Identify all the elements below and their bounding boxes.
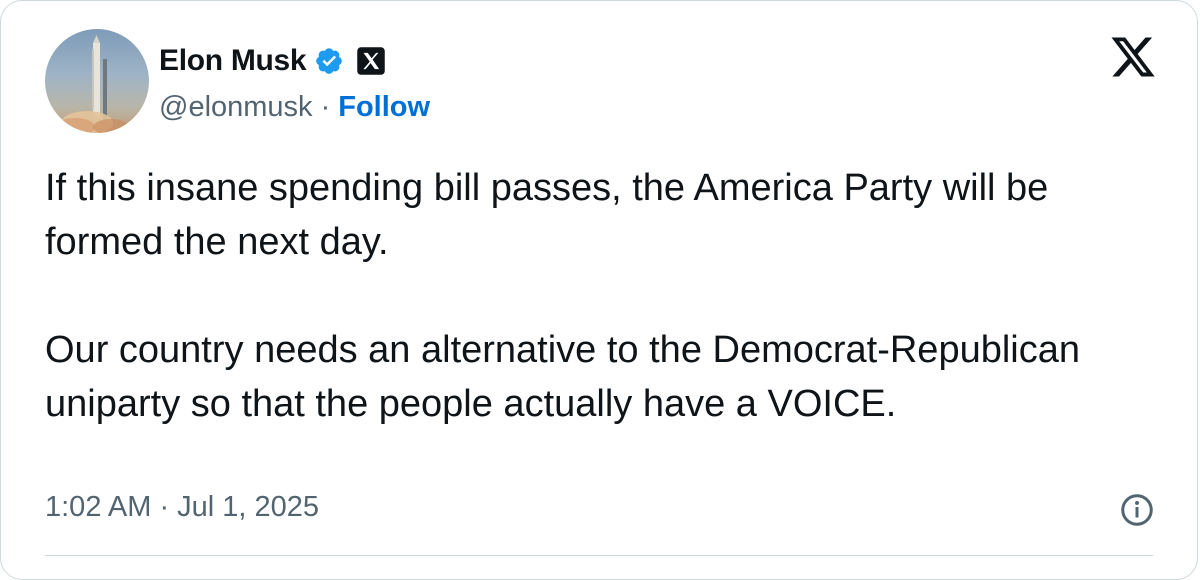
x-affiliation-icon[interactable] [356, 46, 386, 76]
avatar-rocket-image [55, 35, 129, 133]
author-handle[interactable]: @elonmusk [159, 91, 313, 124]
follow-link[interactable]: Follow [338, 91, 430, 124]
author-handle-row: @elonmusk · Follow [159, 87, 430, 127]
divider [45, 555, 1153, 556]
tweet-timestamp[interactable]: 1:02 AM · Jul 1, 2025 [45, 491, 319, 524]
info-icon[interactable] [1119, 492, 1155, 528]
separator-dot: · [320, 90, 331, 123]
author-name[interactable]: Elon Musk [159, 44, 307, 78]
tweet-paragraph: Our country needs an alternative to the … [45, 329, 1080, 425]
avatar[interactable] [45, 29, 149, 133]
tweet-card: Elon Musk @elonmusk · Follow If this ins… [0, 0, 1198, 580]
verified-badge-icon [316, 48, 343, 74]
tweet-paragraph: If this insane spending bill passes, the… [45, 167, 1049, 263]
tweet-text: If this insane spending bill passes, the… [45, 161, 1155, 431]
author-name-row: Elon Musk [159, 39, 386, 83]
x-logo-icon[interactable] [1109, 33, 1157, 81]
